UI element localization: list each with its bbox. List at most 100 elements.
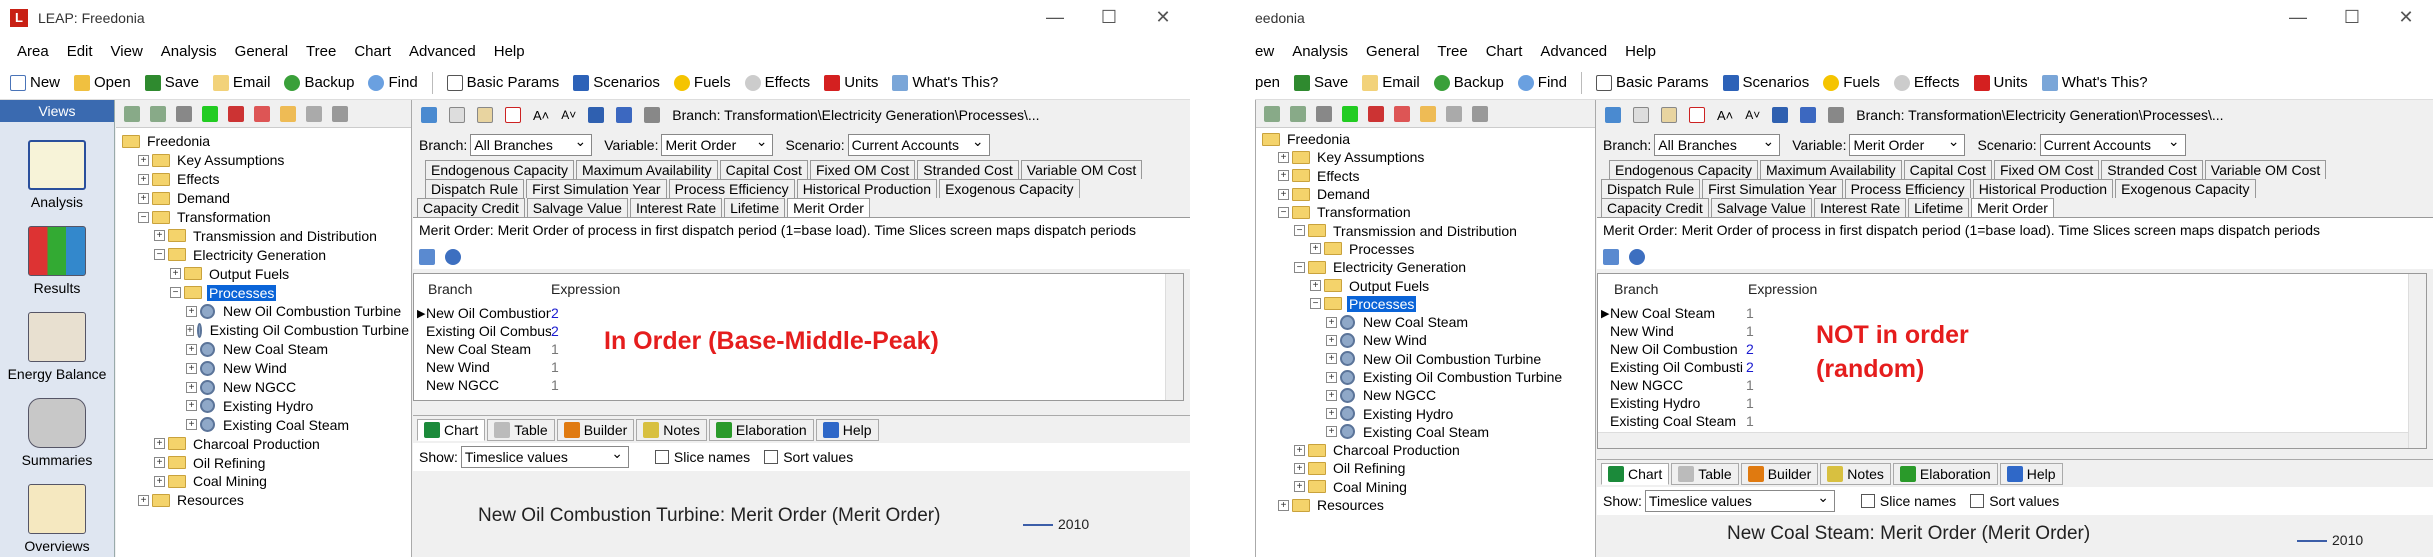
- effects-button[interactable]: Effects: [744, 74, 810, 91]
- expand-toggle-icon[interactable]: +: [186, 324, 194, 336]
- grid-horizontal-scrollbar[interactable]: [1598, 432, 2408, 448]
- tree-node[interactable]: + New Oil Combustion Turbine: [116, 302, 411, 321]
- forward-arrow-icon[interactable]: [1828, 107, 1845, 123]
- tree-node[interactable]: + Oil Refining: [116, 453, 411, 472]
- tree-node[interactable]: Freedonia: [1256, 130, 1595, 148]
- expand-toggle-icon[interactable]: +: [170, 268, 181, 280]
- tab-salvage-value[interactable]: Salvage Value: [1710, 198, 1812, 217]
- expression-cell[interactable]: 2: [1746, 341, 1754, 357]
- table-row[interactable]: New Oil Combustion 2: [1598, 340, 2426, 358]
- edit-icon[interactable]: [419, 249, 435, 265]
- print-icon[interactable]: [1472, 105, 1488, 122]
- expand-toggle-icon[interactable]: +: [1326, 389, 1337, 401]
- expand-toggle-icon[interactable]: +: [186, 400, 197, 412]
- tree-node[interactable]: + Existing Hydro: [1256, 404, 1595, 422]
- tree-node[interactable]: + Resources: [1256, 496, 1595, 514]
- tab-historical-production[interactable]: Historical Production: [1972, 179, 2114, 198]
- tree-node[interactable]: + Key Assumptions: [116, 151, 411, 170]
- tree-node[interactable]: + Existing Oil Combustion Turbine: [1256, 368, 1595, 386]
- tree-node[interactable]: + New Wind: [1256, 331, 1595, 349]
- expand-toggle-icon[interactable]: +: [186, 305, 197, 317]
- basic-params-button[interactable]: Basic Params: [1595, 74, 1709, 91]
- expression-cell[interactable]: 1: [551, 341, 559, 357]
- folder-icon[interactable]: [1420, 105, 1436, 122]
- whats-this-button[interactable]: What's This?: [892, 74, 998, 91]
- table-row[interactable]: Existing Hydro 1: [1598, 394, 2426, 412]
- font-down-icon[interactable]: A˅: [1745, 108, 1760, 122]
- table-row[interactable]: New NGCC 1: [414, 376, 1183, 394]
- expression-cell[interactable]: 1: [551, 377, 559, 393]
- email-button[interactable]: Email: [212, 74, 270, 91]
- tree-node[interactable]: − Processes: [1256, 295, 1595, 313]
- tree-node[interactable]: + New Coal Steam: [116, 340, 411, 359]
- save-button[interactable]: Save: [144, 74, 199, 91]
- open-button[interactable]: pen: [1255, 74, 1280, 91]
- expand-toggle-icon[interactable]: +: [1326, 316, 1337, 328]
- tree-node[interactable]: − Transformation: [116, 208, 411, 227]
- expand-toggle-icon[interactable]: +: [154, 475, 165, 487]
- expand-toggle-icon[interactable]: +: [1278, 170, 1289, 182]
- table-row[interactable]: ▶ New Coal Steam 1: [1598, 304, 2426, 322]
- expression-cell[interactable]: 1: [1746, 395, 1754, 411]
- tab-table[interactable]: Table: [1671, 462, 1739, 485]
- tab-dispatch-rule[interactable]: Dispatch Rule: [425, 179, 525, 198]
- menu-general[interactable]: General: [226, 43, 297, 60]
- table-row[interactable]: New NGCC 1: [1598, 376, 2426, 394]
- font-up-icon[interactable]: A˄: [1717, 108, 1733, 123]
- tab-variable-om-cost[interactable]: Variable OM Cost: [2204, 160, 2327, 179]
- expand-toggle-icon[interactable]: −: [138, 211, 149, 223]
- expand-toggle-icon[interactable]: +: [1278, 188, 1289, 200]
- people-icon[interactable]: [1772, 107, 1789, 123]
- sort-values-checkbox[interactable]: [764, 450, 779, 464]
- move-down-icon[interactable]: [150, 105, 166, 122]
- expression-cell[interactable]: 1: [1746, 323, 1754, 339]
- backup-button[interactable]: Backup: [284, 74, 354, 91]
- forward-arrow-icon[interactable]: [644, 107, 661, 123]
- tab-fixed-om-cost[interactable]: Fixed OM Cost: [809, 160, 916, 179]
- tree-node[interactable]: + Output Fuels: [1256, 276, 1595, 294]
- tree-node[interactable]: + Coal Mining: [116, 472, 411, 491]
- view-results[interactable]: Results: [0, 226, 114, 296]
- move-up-icon[interactable]: [124, 105, 140, 122]
- delete-icon[interactable]: [1368, 105, 1384, 122]
- tree-node[interactable]: + New NGCC: [116, 378, 411, 397]
- show-select[interactable]: Timeslice values: [1644, 487, 1835, 512]
- tree-node[interactable]: + New Wind: [116, 359, 411, 378]
- tab-process-efficiency[interactable]: Process Efficiency: [668, 179, 795, 198]
- expand-toggle-icon[interactable]: +: [138, 154, 149, 166]
- tree-node[interactable]: + Demand: [116, 189, 411, 208]
- tree-node[interactable]: + Existing Coal Steam: [116, 415, 411, 434]
- expand-toggle-icon[interactable]: +: [1294, 481, 1305, 493]
- expand-toggle-icon[interactable]: +: [154, 457, 165, 469]
- tab-elaboration[interactable]: Elaboration: [1892, 462, 1998, 485]
- view-analysis[interactable]: Analysis: [0, 140, 114, 210]
- menu-tree[interactable]: Tree: [297, 43, 345, 60]
- move-down-icon[interactable]: [1290, 105, 1306, 122]
- find-button[interactable]: Find: [1517, 74, 1567, 91]
- menu-chart[interactable]: Chart: [345, 43, 400, 60]
- add-icon[interactable]: [202, 105, 218, 122]
- expand-toggle-icon[interactable]: +: [154, 230, 165, 242]
- expand-toggle-icon[interactable]: −: [1310, 298, 1321, 310]
- tree-node[interactable]: − Processes: [116, 283, 411, 302]
- table-row[interactable]: New Wind 1: [1598, 322, 2426, 340]
- close-button[interactable]: ✕: [1136, 0, 1190, 36]
- tab-exogenous-capacity[interactable]: Exogenous Capacity: [2115, 179, 2256, 198]
- menu-analysis[interactable]: Analysis: [152, 43, 226, 60]
- tree-node[interactable]: + Effects: [1256, 167, 1595, 185]
- tree-node[interactable]: + New Oil Combustion Turbine: [1256, 350, 1595, 368]
- tree-node[interactable]: + Resources: [116, 491, 411, 510]
- expand-toggle-icon[interactable]: +: [154, 438, 165, 450]
- tab-capital-cost[interactable]: Capital Cost: [719, 160, 808, 179]
- paste-icon[interactable]: [477, 107, 493, 123]
- table-row[interactable]: Existing Coal Steam 1: [1598, 412, 2426, 430]
- tab-stranded-cost[interactable]: Stranded Cost: [917, 160, 1019, 179]
- tab-interest-rate[interactable]: Interest Rate: [1813, 198, 1907, 217]
- tab-help[interactable]: Help: [1999, 462, 2063, 485]
- menu-general[interactable]: General: [1357, 43, 1428, 60]
- help-icon[interactable]: [445, 249, 461, 265]
- expand-toggle-icon[interactable]: +: [1310, 280, 1321, 292]
- sort-values-checkbox[interactable]: [1970, 494, 1985, 508]
- edit-icon[interactable]: [1603, 249, 1619, 265]
- menu-help[interactable]: Help: [1616, 43, 1665, 60]
